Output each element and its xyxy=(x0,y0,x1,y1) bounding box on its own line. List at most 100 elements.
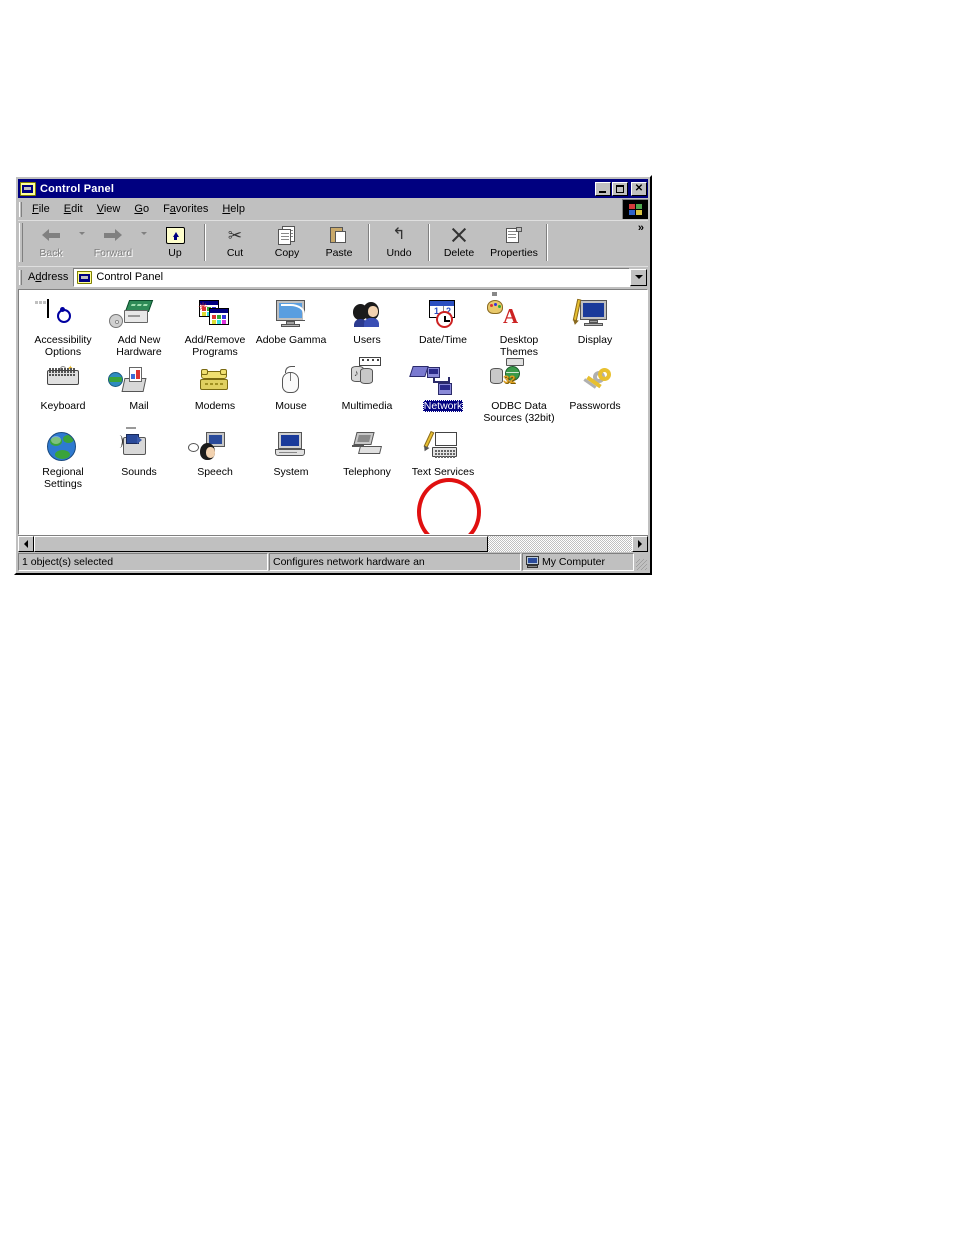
display-icon xyxy=(572,298,611,332)
cp-item-accessibility-options[interactable]: Accessibility Options xyxy=(25,296,101,362)
toolbar-back-button[interactable]: Back xyxy=(25,221,77,264)
toolbar-cut-button[interactable]: ✂ Cut xyxy=(209,221,261,264)
address-value: Control Panel xyxy=(96,271,164,283)
minimize-button[interactable] xyxy=(595,181,611,196)
mouse-icon xyxy=(275,366,307,398)
desktop-themes-icon: A xyxy=(487,292,535,332)
icon-row: ✦ Keyboard Mail Modems xyxy=(25,357,643,428)
cp-item-passwords[interactable]: Passwords xyxy=(557,362,633,428)
back-dropdown-arrow[interactable] xyxy=(77,221,87,264)
cp-item-modems[interactable]: Modems xyxy=(177,362,253,428)
icon-row: Accessibility Options Add New Hardware ✳ xyxy=(25,292,643,362)
add-remove-programs-icon: ✳ xyxy=(198,300,231,332)
toolbar-undo-button[interactable]: ↰ Undo xyxy=(373,221,425,264)
status-zone: My Computer xyxy=(522,553,634,571)
text-services-icon xyxy=(423,430,459,464)
properties-clipboard-icon xyxy=(502,224,526,246)
window-controls: ✕ xyxy=(594,181,647,196)
menu-item-view[interactable]: View xyxy=(90,201,128,217)
cp-item-text-services[interactable]: Text Services xyxy=(405,428,481,494)
chevron-down-icon[interactable] xyxy=(630,268,647,286)
cp-item-telephony[interactable]: Telephony xyxy=(329,428,405,494)
toolbar: Back Forward Up ✂ Cut Copy Paste ↰ Undo … xyxy=(18,220,648,264)
network-icon xyxy=(409,366,459,398)
odbc-data-sources-icon: 32 xyxy=(490,358,535,398)
maximize-button[interactable] xyxy=(612,181,628,196)
system-icon xyxy=(275,432,307,464)
cp-item-adobe-gamma[interactable]: Adobe Gamma xyxy=(253,296,329,362)
window-title: Control Panel xyxy=(40,182,115,195)
toolbar-copy-button[interactable]: Copy xyxy=(261,221,313,264)
toolbar-separator xyxy=(368,224,370,261)
cp-item-display[interactable]: Display xyxy=(557,296,633,362)
delete-x-icon xyxy=(447,224,471,246)
cp-item-network[interactable]: Network xyxy=(405,362,481,428)
cp-item-speech[interactable]: Speech xyxy=(177,428,253,494)
cp-item-add-remove-programs[interactable]: ✳ Add/Remove Programs xyxy=(177,296,253,362)
address-label: Address xyxy=(28,271,69,283)
status-bar: 1 object(s) selected Configures network … xyxy=(18,553,648,571)
title-bar[interactable]: Control Panel ✕ xyxy=(18,179,648,198)
toolbar-up-button[interactable]: Up xyxy=(149,221,201,264)
close-button[interactable]: ✕ xyxy=(631,181,647,196)
cp-item-desktop-themes[interactable]: A Desktop Themes xyxy=(481,292,557,362)
status-zone-label: My Computer xyxy=(542,556,606,568)
cp-item-regional-settings[interactable]: Regional Settings xyxy=(25,428,101,494)
toolbar-delete-button[interactable]: Delete xyxy=(433,221,485,264)
menu-item-edit[interactable]: Edit xyxy=(57,201,90,217)
menu-drag-grip[interactable] xyxy=(19,201,22,217)
toolbar-properties-button[interactable]: Properties xyxy=(485,221,543,264)
status-description: Configures network hardware an xyxy=(269,553,521,571)
scrollbar-track[interactable] xyxy=(34,536,632,552)
cp-item-date-time[interactable]: 12 Date/Time xyxy=(405,296,481,362)
control-panel-folder-icon xyxy=(77,270,93,284)
modems-icon xyxy=(199,366,231,398)
menu-bar: File Edit View Go Favorites Help xyxy=(18,199,648,219)
back-arrow-icon xyxy=(39,224,63,246)
scissors-icon: ✂ xyxy=(227,225,243,245)
toolbar-overflow-chevron-icon[interactable]: » xyxy=(638,223,644,234)
scroll-right-button[interactable] xyxy=(632,536,648,552)
keyboard-icon: ✦ xyxy=(47,365,79,398)
cp-item-system[interactable]: System xyxy=(253,428,329,494)
date-time-icon: 12 xyxy=(427,300,459,332)
sounds-icon xyxy=(122,427,155,464)
scroll-left-button[interactable] xyxy=(18,536,34,552)
cp-item-sounds[interactable]: Sounds xyxy=(101,427,177,494)
control-panel-folder-icon[interactable] xyxy=(20,181,36,196)
toolbar-drag-grip[interactable] xyxy=(19,223,23,262)
speech-icon xyxy=(188,432,231,464)
horizontal-scrollbar[interactable] xyxy=(18,535,648,552)
cp-item-mouse[interactable]: Mouse xyxy=(253,362,329,428)
address-input[interactable]: Control Panel xyxy=(73,267,630,287)
scrollbar-thumb[interactable] xyxy=(34,536,489,552)
users-icon xyxy=(351,300,383,332)
cp-item-keyboard[interactable]: ✦ Keyboard xyxy=(25,362,101,428)
cp-item-multimedia[interactable]: ♪ Multimedia xyxy=(329,357,405,428)
forward-dropdown-arrow[interactable] xyxy=(139,221,149,264)
status-selection-count: 1 object(s) selected xyxy=(18,553,268,571)
icon-grid: Accessibility Options Add New Hardware ✳ xyxy=(25,292,643,494)
windows-flag-logo[interactable] xyxy=(622,199,648,219)
selected-item-label: Network xyxy=(422,400,464,412)
icon-list-view[interactable]: Accessibility Options Add New Hardware ✳ xyxy=(18,289,648,535)
resize-grip[interactable] xyxy=(634,553,648,571)
undo-arrow-icon: ↰ xyxy=(392,226,406,243)
cp-item-mail[interactable]: Mail xyxy=(101,362,177,428)
address-drag-grip[interactable] xyxy=(19,269,22,285)
address-bar: Address Control Panel xyxy=(18,266,648,287)
control-panel-window: Control Panel ✕ File Edit View Go Favori… xyxy=(14,175,652,575)
forward-arrow-icon xyxy=(101,224,125,246)
telephony-icon xyxy=(351,432,383,464)
menu-item-go[interactable]: Go xyxy=(127,201,156,217)
my-computer-icon xyxy=(526,556,539,568)
toolbar-paste-button[interactable]: Paste xyxy=(313,221,365,264)
passwords-icon xyxy=(579,366,611,398)
menu-item-favorites[interactable]: Favorites xyxy=(156,201,215,217)
cp-item-odbc-data-sources[interactable]: 32 ODBC Data Sources (32bit) xyxy=(481,358,557,428)
toolbar-forward-button[interactable]: Forward xyxy=(87,221,139,264)
cp-item-users[interactable]: Users xyxy=(329,296,405,362)
cp-item-add-new-hardware[interactable]: Add New Hardware xyxy=(101,296,177,362)
menu-item-help[interactable]: Help xyxy=(215,201,252,217)
menu-item-file[interactable]: File xyxy=(25,201,57,217)
